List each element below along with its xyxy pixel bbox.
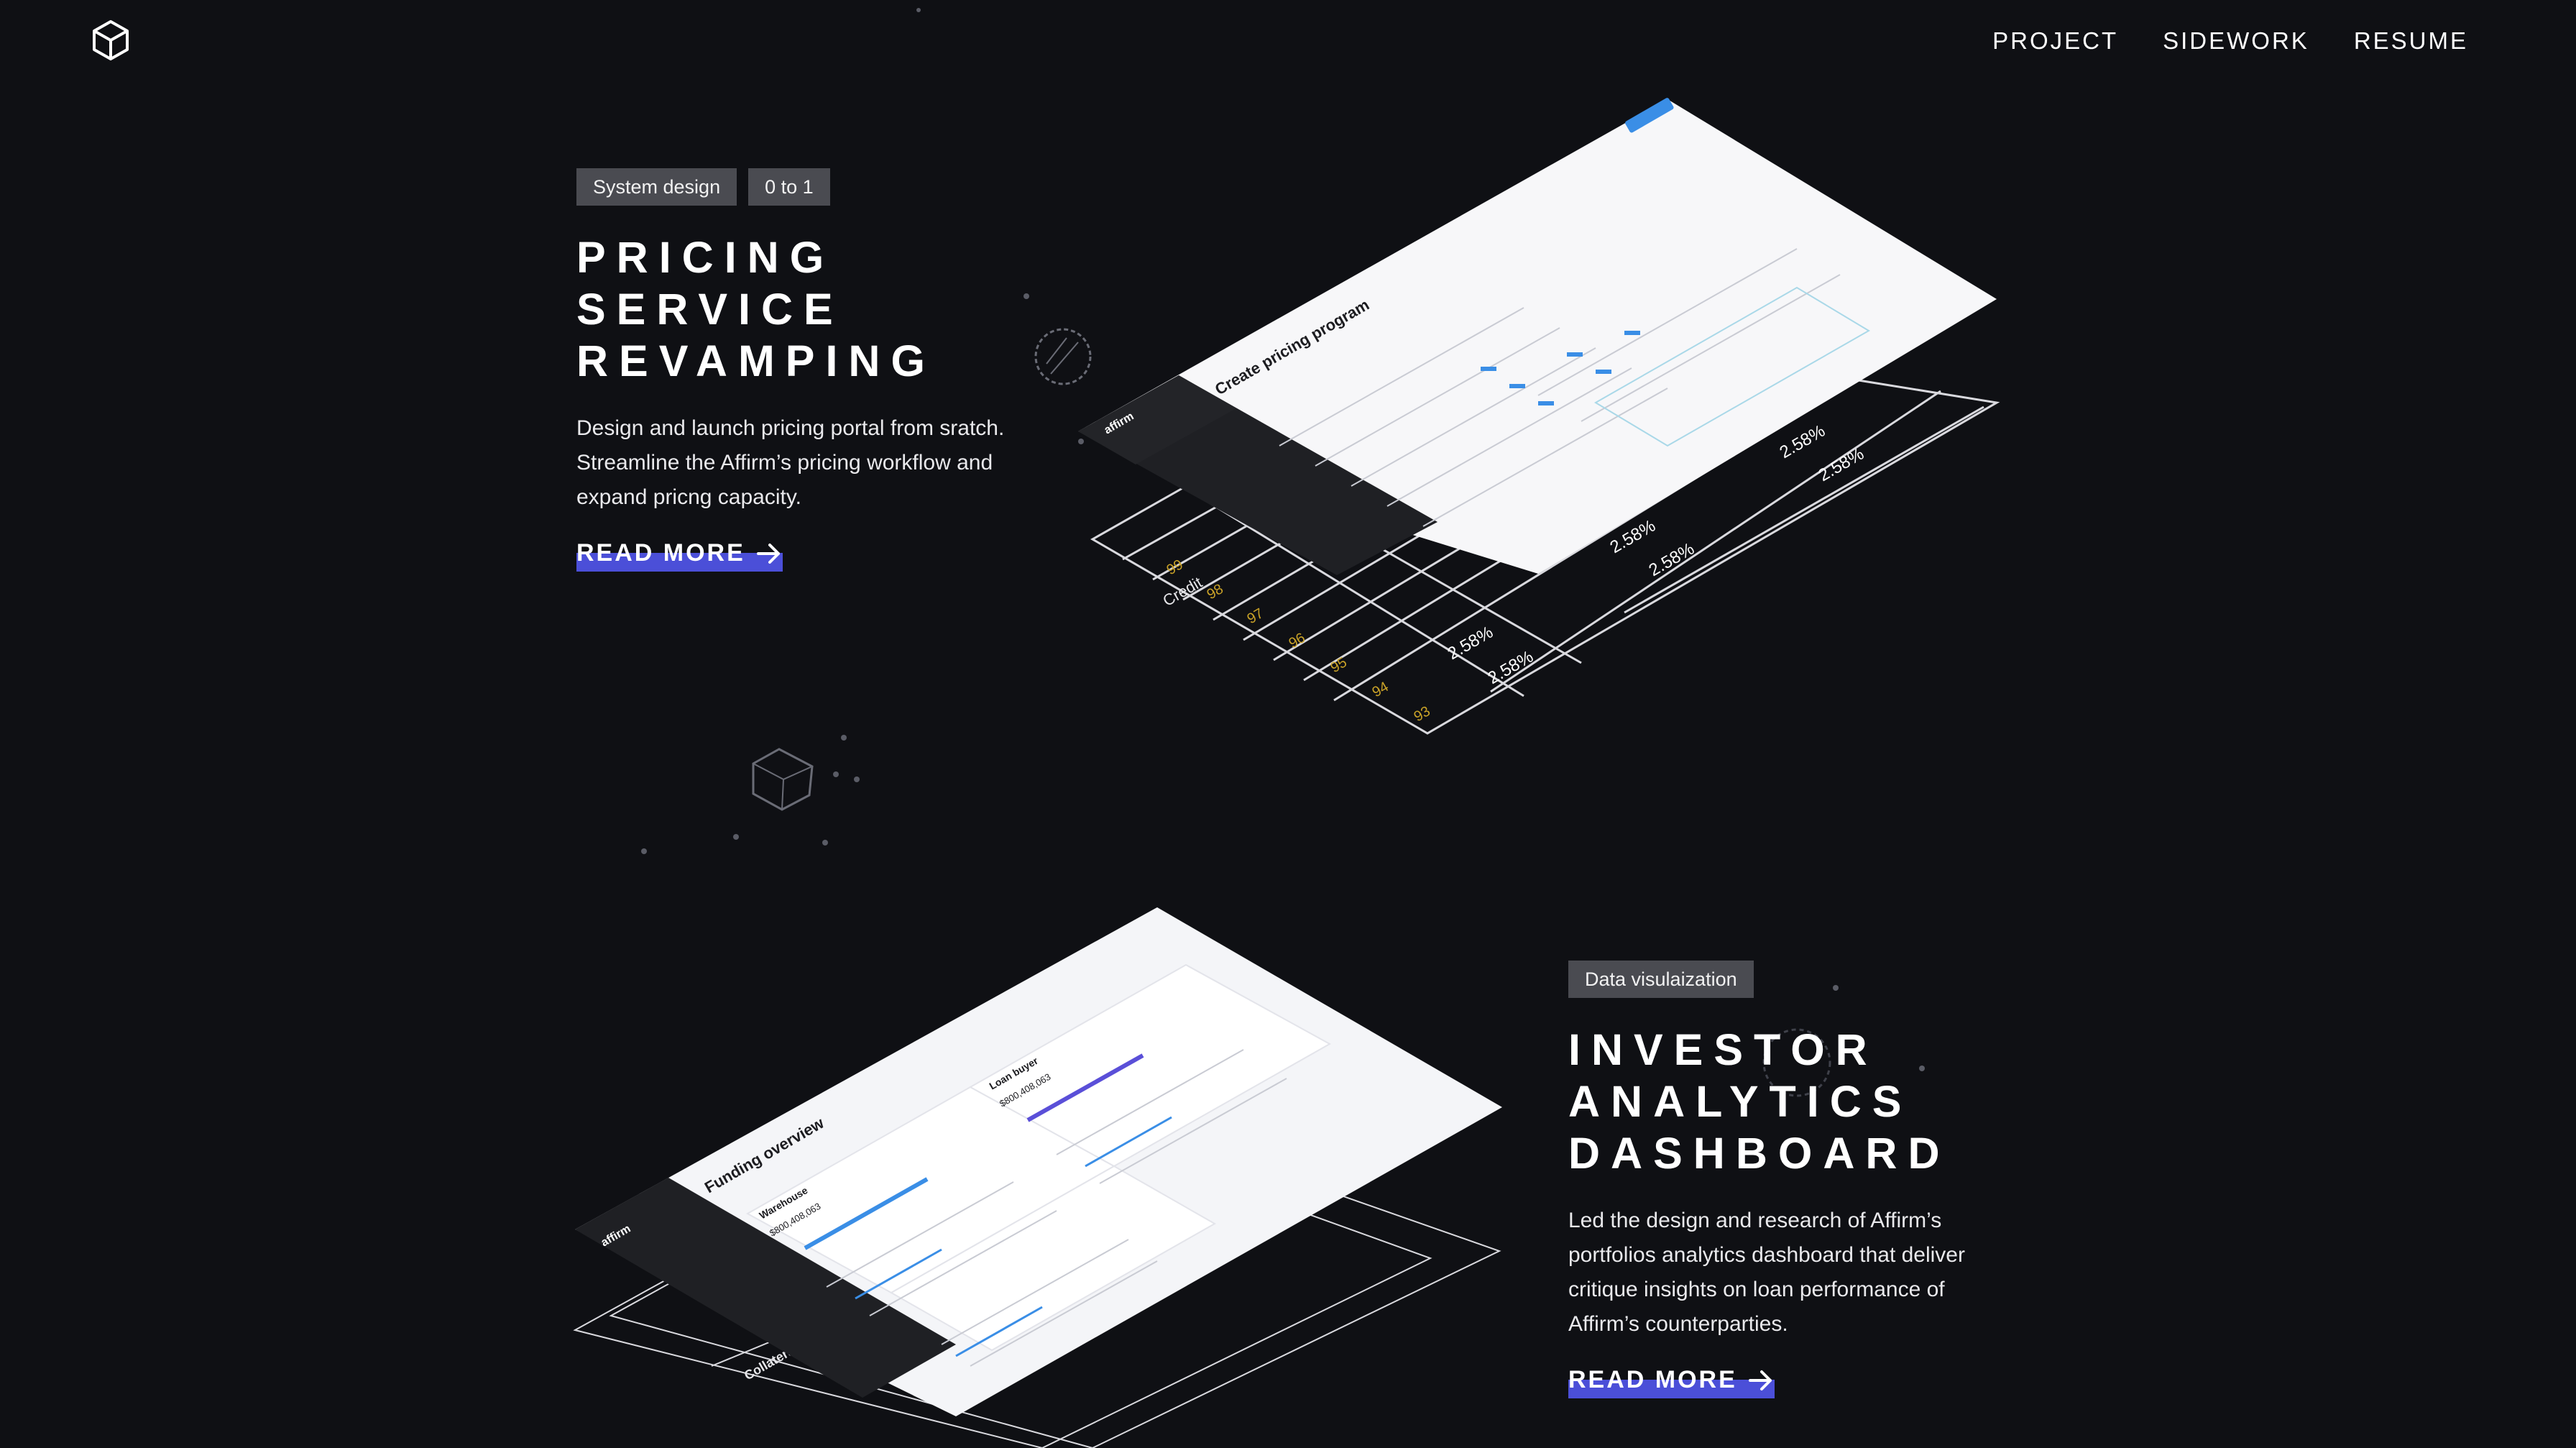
pricing-portal-mockup[interactable]: Credit 99 98 97 96 95 94 93 2.58% 2.58% … bbox=[1078, 93, 2012, 741]
read-more-link[interactable]: READ MORE bbox=[1568, 1366, 1775, 1398]
grid-credit-label: Credit bbox=[1159, 573, 1205, 610]
arrow-right-icon bbox=[756, 543, 780, 564]
project-title-line: PRICING bbox=[576, 233, 835, 282]
description-line: expand pricng capacity. bbox=[576, 485, 801, 509]
grid-score: 96 bbox=[1287, 630, 1308, 651]
project-description: Led the design and research of Affirm’s … bbox=[1568, 1204, 2014, 1342]
read-more-link[interactable]: READ MORE bbox=[576, 539, 783, 572]
grid-score: 93 bbox=[1412, 703, 1433, 725]
grid-score: 95 bbox=[1328, 654, 1350, 676]
tag-0-to-1: 0 to 1 bbox=[748, 168, 830, 206]
description-line: portfolios analytics dashboard that deli… bbox=[1568, 1243, 1965, 1267]
description-line: Affirm’s counterparties. bbox=[1568, 1312, 1788, 1336]
project-title-line: REVAMPING bbox=[576, 336, 936, 385]
project-title[interactable]: PRICING SERVICE REVAMPING bbox=[576, 232, 1008, 387]
tag-system-design: System design bbox=[576, 168, 737, 206]
grid-rate: 2.58% bbox=[1777, 421, 1828, 462]
project-title-line: DASHBOARD bbox=[1568, 1129, 1951, 1178]
project-description: Design and launch pricing portal from sr… bbox=[576, 411, 1008, 515]
project-tags: System design 0 to 1 bbox=[576, 168, 1008, 206]
description-line: Led the design and research of Affirm’s bbox=[1568, 1209, 1942, 1232]
tag-data-visualization: Data visulaization bbox=[1568, 961, 1754, 998]
description-line: Design and launch pricing portal from sr… bbox=[576, 416, 1005, 440]
grid-score: 97 bbox=[1245, 605, 1266, 627]
analytics-dashboard-mockup[interactable]: Collateral affirm Funding overview Wareh… bbox=[568, 899, 1524, 1448]
project-tags: Data visulaization bbox=[1568, 961, 2014, 998]
description-line: critique insights on loan performance of bbox=[1568, 1278, 1945, 1301]
project-title-line: INVESTOR bbox=[1568, 1025, 1878, 1074]
project-title[interactable]: INVESTOR ANALYTICS DASHBOARD bbox=[1568, 1024, 2014, 1179]
project-title-line: SERVICE bbox=[576, 285, 844, 334]
grid-score: 94 bbox=[1370, 679, 1392, 700]
grid-score: 99 bbox=[1164, 556, 1186, 578]
read-more-label: READ MORE bbox=[576, 539, 745, 567]
grid-rate: 2.58% bbox=[1485, 647, 1537, 688]
arrow-right-icon bbox=[1748, 1370, 1772, 1390]
project-investor-analytics: Data visulaization INVESTOR ANALYTICS DA… bbox=[1568, 961, 2014, 1398]
project-title-line: ANALYTICS bbox=[1568, 1077, 1913, 1126]
project-pricing-service: System design 0 to 1 PRICING SERVICE REV… bbox=[576, 168, 1008, 572]
read-more-label: READ MORE bbox=[1568, 1366, 1737, 1393]
description-line: Streamline the Affirm’s pricing workflow… bbox=[576, 451, 993, 475]
